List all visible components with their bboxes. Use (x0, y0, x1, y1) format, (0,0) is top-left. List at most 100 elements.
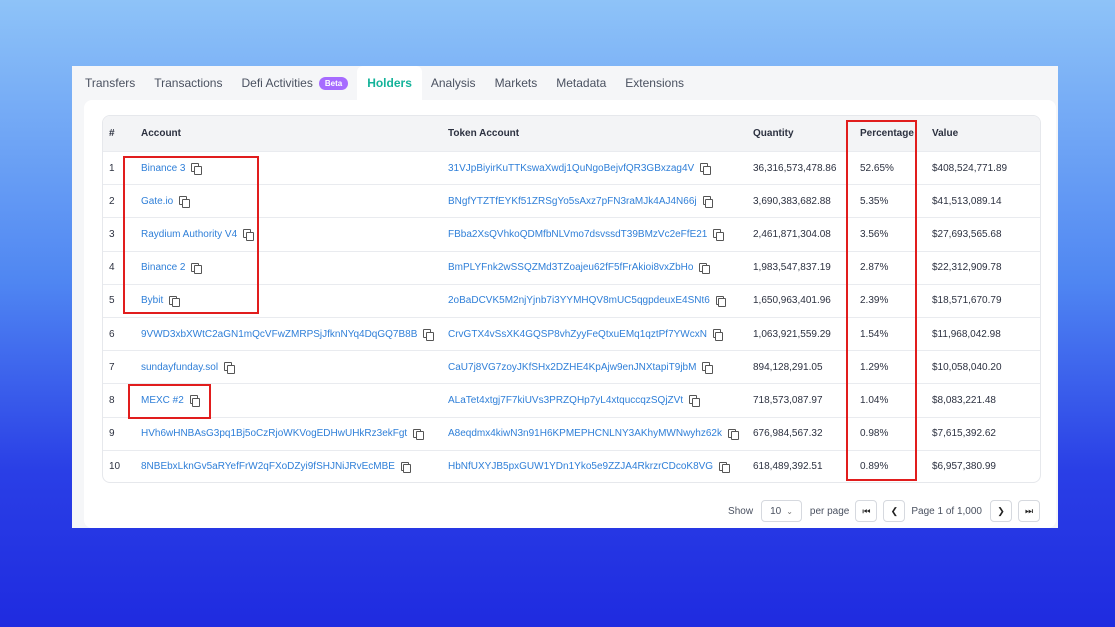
copy-icon[interactable] (728, 428, 739, 441)
percentage-cell: 2.87% (860, 252, 888, 284)
account-link-text[interactable]: Raydium Authority V4 (141, 229, 237, 240)
copy-icon[interactable] (702, 196, 714, 208)
copy-icon[interactable] (702, 362, 713, 374)
copy-icon[interactable] (715, 295, 727, 308)
next-page-button[interactable]: ❯ (990, 500, 1012, 522)
quantity-cell: 1,063,921,559.29 (753, 318, 831, 350)
holders-table: # Account Token Account Quantity Percent… (102, 115, 1041, 483)
value-cell-text: $27,693,565.68 (932, 228, 1002, 240)
header-percentage: Percentage (860, 128, 914, 139)
tab-markets[interactable]: Markets (495, 66, 538, 100)
token-account-link-text[interactable]: A8eqdmx4kiwN3n91H6KPMEPHCNLNY3AKhyMWNwyh… (448, 428, 722, 439)
token-account-link-text[interactable]: 31VJpBiyirKuTTKswaXwdj1QuNgoBejvfQR3GBxz… (448, 163, 694, 174)
tab-defi-activities[interactable]: Defi Activities Beta (241, 66, 349, 100)
account-link-text[interactable]: sundayfunday.sol (141, 362, 218, 373)
account-link[interactable]: MEXC #2 (141, 384, 201, 416)
tab-label: Transfers (85, 76, 136, 90)
value-cell-text: $7,615,392.62 (932, 428, 996, 440)
token-account-link-text[interactable]: CrvGTX4vSsXK4GQSP8vhZyyFeQtxuEMq1qztPf7Y… (448, 329, 707, 340)
value-cell: $408,524,771.89 (932, 152, 1007, 184)
copy-icon[interactable] (191, 163, 202, 175)
token-account-link[interactable]: CaU7j8VG7zoyJKfSHx2DZHE4KpAjw9enJNXtapiT… (448, 351, 713, 383)
account-link[interactable]: 8NBEbxLknGv5aRYefFrW2qFXoDZyi9fSHJNiJRvE… (141, 451, 412, 482)
token-account-link-text[interactable]: CaU7j8VG7zoyJKfSHx2DZHE4KpAjw9enJNXtapiT… (448, 362, 696, 373)
account-link-text[interactable]: Binance 2 (141, 262, 185, 273)
first-page-button[interactable]: ⏮︎ (855, 500, 878, 522)
token-account-link[interactable]: FBba2XsQVhkoQDMfbNLVmo7dsvssdT39BMzVc2eF… (448, 218, 724, 250)
copy-icon[interactable] (191, 262, 202, 275)
quantity-cell: 718,573,087.97 (753, 384, 823, 416)
percentage-cell-text: 1.29% (860, 361, 889, 373)
copy-icon[interactable] (689, 395, 700, 407)
account-link[interactable]: Gate.io (141, 185, 190, 217)
value-cell-text: $8,083,221.48 (932, 394, 996, 406)
per-page-label: per page (809, 505, 850, 517)
token-account-link-text[interactable]: ALaTet4xtgj7F7kiUVs3PRZQHp7yL4xtquccqzSQ… (448, 395, 683, 406)
row-number-text: 9 (109, 428, 115, 440)
value-cell-text: $41,513,089.14 (932, 195, 1002, 207)
copy-icon[interactable] (189, 395, 201, 407)
copy-icon[interactable] (243, 229, 254, 241)
account-link-text[interactable]: Gate.io (141, 196, 173, 207)
tab-metadata[interactable]: Metadata (556, 66, 606, 100)
table-row: 7 sundayfunday.sol CaU7j8VG7zoyJKfSHx2DZHE… (103, 350, 1040, 383)
account-link[interactable]: Bybit (141, 285, 180, 317)
header-num: # (109, 128, 115, 139)
token-account-link-text[interactable]: 2oBaDCVK5M2njYjnb7i3YYMHQV8mUC5qgpdeuxE4… (448, 295, 710, 306)
token-account-link[interactable]: HbNfUXYJB5pxGUW1YDn1Yko5e9ZZJA4RkrzrCDco… (448, 451, 730, 482)
last-page-button[interactable]: ⏭︎ (1018, 500, 1040, 522)
account-link[interactable]: HVh6wHNBAsG3pq1Bj5oCzRjoWKVogEDHwUHkRz3e… (141, 418, 424, 450)
copy-icon[interactable] (700, 163, 711, 175)
token-account-link-text[interactable]: BNgfYTZTfEYKf51ZRSgYo5sAxz7pFN3raMJk4AJ4… (448, 196, 697, 207)
table-header: # Account Token Account Quantity Percent… (103, 116, 1040, 151)
tab-label: Metadata (556, 76, 607, 90)
copy-icon[interactable] (224, 362, 235, 374)
quantity-cell-text: 36,316,573,478.86 (753, 162, 837, 174)
table-row: 10 8NBEbxLknGv5aRYefFrW2qFXoDZyi9fSHJNiJR… (103, 449, 1040, 482)
token-account-link[interactable]: BmPLYFnk2wSSQZMd3TZoajeu62fF5fFrAkioi8vx… (448, 252, 710, 284)
account-link-text[interactable]: Bybit (141, 295, 163, 306)
tab-extensions[interactable]: Extensions (625, 66, 684, 100)
account-link[interactable]: sundayfunday.sol (141, 351, 235, 383)
token-account-link[interactable]: CrvGTX4vSsXK4GQSP8vhZyyFeQtxuEMq1qztPf7Y… (448, 318, 724, 350)
page-size-select[interactable]: 10 ⌄ (761, 500, 802, 522)
token-account-link[interactable]: 2oBaDCVK5M2njYjnb7i3YYMHQV8mUC5qgpdeuxE4… (448, 285, 727, 317)
row-number: 7 (109, 351, 115, 383)
quantity-cell: 3,690,383,682.88 (753, 185, 831, 217)
account-link-text[interactable]: MEXC #2 (141, 395, 184, 406)
quantity-cell-text: 718,573,087.97 (753, 394, 823, 406)
copy-icon[interactable] (712, 329, 724, 341)
tab-analysis[interactable]: Analysis (431, 66, 476, 100)
token-account-link-text[interactable]: HbNfUXYJB5pxGUW1YDn1Yko5e9ZZJA4RkrzrCDco… (448, 461, 713, 472)
token-account-link[interactable]: BNgfYTZTfEYKf51ZRSgYo5sAxz7pFN3raMJk4AJ4… (448, 185, 714, 217)
copy-icon[interactable] (179, 196, 190, 208)
prev-page-button[interactable]: ❮ (883, 500, 906, 522)
copy-icon[interactable] (423, 329, 434, 341)
table-row: 6 9VWD3xbXWtC2aGN1mQcVFwZMRPSjJfknNYq4DqG… (103, 317, 1040, 350)
copy-icon[interactable] (400, 461, 412, 474)
copy-icon[interactable] (413, 428, 424, 441)
account-link[interactable]: Binance 3 (141, 152, 202, 184)
copy-icon[interactable] (719, 461, 730, 474)
account-link-text[interactable]: 8NBEbxLknGv5aRYefFrW2qFXoDZyi9fSHJNiJRvE… (141, 461, 395, 472)
token-account-link[interactable]: A8eqdmx4kiwN3n91H6KPMEPHCNLNY3AKhyMWNwyh… (448, 418, 739, 450)
copy-icon[interactable] (713, 229, 724, 241)
copy-icon[interactable] (699, 262, 710, 275)
copy-icon[interactable] (169, 295, 180, 308)
account-link-text[interactable]: 9VWD3xbXWtC2aGN1mQcVFwZMRPSjJfknNYq4DqGQ… (141, 329, 417, 340)
token-account-link[interactable]: ALaTet4xtgj7F7kiUVs3PRZQHp7yL4xtquccqzSQ… (448, 384, 700, 416)
token-account-link[interactable]: 31VJpBiyirKuTTKswaXwdj1QuNgoBejvfQR3GBxz… (448, 152, 711, 184)
account-link[interactable]: Raydium Authority V4 (141, 218, 254, 250)
tab-transactions[interactable]: Transactions (154, 66, 222, 100)
token-account-link-text[interactable]: FBba2XsQVhkoQDMfbNLVmo7dsvssdT39BMzVc2eF… (448, 229, 707, 240)
account-link[interactable]: 9VWD3xbXWtC2aGN1mQcVFwZMRPSjJfknNYq4DqGQ… (141, 318, 434, 350)
tab-transfers[interactable]: Transfers (85, 66, 135, 100)
account-link-text[interactable]: Binance 3 (141, 163, 185, 174)
token-account-link-text[interactable]: BmPLYFnk2wSSQZMd3TZoajeu62fF5fFrAkioi8vx… (448, 262, 693, 273)
row-number-text: 8 (109, 394, 115, 406)
account-link[interactable]: Binance 2 (141, 252, 202, 284)
tab-holders[interactable]: Holders (357, 66, 422, 100)
header-quantity: Quantity (753, 128, 794, 139)
account-link-text[interactable]: HVh6wHNBAsG3pq1Bj5oCzRjoWKVogEDHwUHkRz3e… (141, 428, 407, 439)
row-number: 4 (109, 252, 115, 284)
